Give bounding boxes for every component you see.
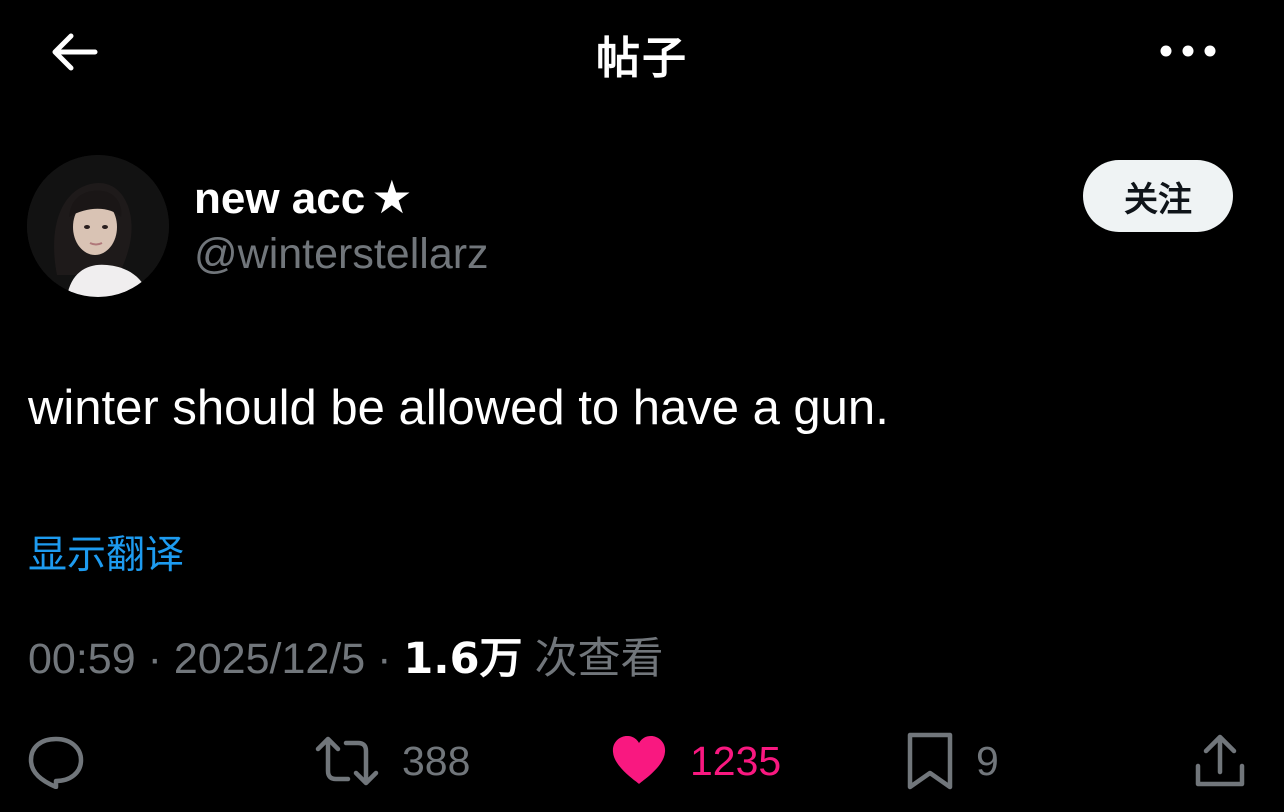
heart-icon	[612, 736, 666, 784]
retweet-icon	[315, 736, 379, 786]
more-horizontal-icon	[1160, 45, 1216, 57]
views-label: 次查看	[534, 634, 664, 684]
page-title: 帖子	[596, 33, 688, 84]
share-icon	[1195, 734, 1245, 787]
avatar[interactable]	[27, 155, 169, 297]
meta-separator: ·	[377, 635, 392, 683]
post-meta: 00:59 · 2025/12/5 · 1.6万 次查看	[28, 624, 664, 686]
meta-separator: ·	[147, 635, 162, 683]
retweet-button[interactable]: 388	[314, 728, 470, 794]
like-count: 1235	[690, 737, 782, 784]
user-handle[interactable]: @winterstellarz	[194, 230, 489, 279]
profile-photo	[27, 155, 169, 297]
more-options-button[interactable]	[1150, 26, 1226, 76]
retweet-count: 388	[402, 737, 471, 784]
follow-button[interactable]: 关注	[1083, 160, 1233, 232]
star-icon: ★	[371, 170, 413, 224]
bookmark-button[interactable]: 9	[906, 728, 999, 794]
post-date[interactable]: 2025/12/5	[174, 635, 365, 683]
display-name-text: new acc	[194, 174, 366, 223]
reply-icon	[28, 736, 84, 789]
share-button[interactable]	[1192, 728, 1248, 794]
post-text: winter should be allowed to have a gun.	[28, 381, 889, 435]
show-translation-link[interactable]: 显示翻译	[28, 524, 184, 580]
reply-button[interactable]	[26, 728, 86, 794]
bookmark-icon	[907, 732, 953, 790]
bookmark-count: 9	[976, 737, 999, 784]
views-count: 1.6万	[403, 634, 523, 684]
display-name[interactable]: new acc ★	[194, 170, 412, 224]
like-button[interactable]: 1235	[610, 728, 781, 794]
post-time[interactable]: 00:59	[28, 635, 136, 683]
